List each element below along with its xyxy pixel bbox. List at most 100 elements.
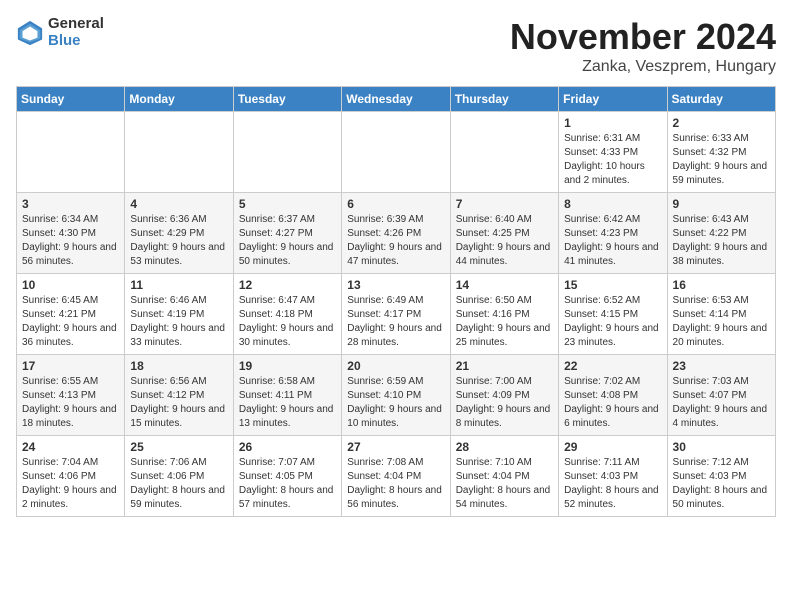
calendar-cell: 29Sunrise: 7:11 AMSunset: 4:03 PMDayligh… bbox=[559, 436, 667, 517]
day-detail: Sunrise: 6:59 AMSunset: 4:10 PMDaylight:… bbox=[347, 376, 442, 429]
day-number: 24 bbox=[22, 440, 119, 454]
day-detail: Sunrise: 6:56 AMSunset: 4:12 PMDaylight:… bbox=[130, 376, 225, 429]
calendar-cell: 16 Sunrise: 6:53 AMSunset: 4:14 PMDayligh… bbox=[667, 274, 775, 355]
calendar-cell: 7Sunrise: 6:40 AMSunset: 4:25 PMDaylight… bbox=[450, 193, 558, 274]
day-detail: Sunrise: 6:39 AMSunset: 4:26 PMDaylight:… bbox=[347, 214, 442, 267]
calendar-cell: 30Sunrise: 7:12 AMSunset: 4:03 PMDayligh… bbox=[667, 436, 775, 517]
day-number: 1 bbox=[564, 116, 661, 130]
day-detail: Sunrise: 7:07 AMSunset: 4:05 PMDaylight:… bbox=[239, 457, 334, 510]
day-number: 28 bbox=[456, 440, 553, 454]
day-number: 17 bbox=[22, 359, 119, 373]
calendar-cell: 13 Sunrise: 6:49 AMSunset: 4:17 PMDayligh… bbox=[342, 274, 450, 355]
calendar-cell: 2 Sunrise: 6:33 AMSunset: 4:32 PMDaylight… bbox=[667, 112, 775, 193]
day-number: 13 bbox=[347, 278, 444, 292]
header-cell-wednesday: Wednesday bbox=[342, 87, 450, 112]
day-number: 10 bbox=[22, 278, 119, 292]
day-detail: Sunrise: 6:47 AMSunset: 4:18 PMDaylight:… bbox=[239, 295, 334, 348]
day-number: 27 bbox=[347, 440, 444, 454]
day-number: 20 bbox=[347, 359, 444, 373]
calendar-cell bbox=[342, 112, 450, 193]
day-detail: Sunrise: 7:10 AMSunset: 4:04 PMDaylight:… bbox=[456, 457, 551, 510]
day-number: 2 bbox=[673, 116, 770, 130]
day-detail: Sunrise: 6:52 AMSunset: 4:15 PMDaylight:… bbox=[564, 295, 659, 348]
header-row: SundayMondayTuesdayWednesdayThursdayFrid… bbox=[17, 87, 776, 112]
day-number: 14 bbox=[456, 278, 553, 292]
calendar-cell: 20 Sunrise: 6:59 AMSunset: 4:10 PMDayligh… bbox=[342, 355, 450, 436]
day-detail: Sunrise: 6:58 AMSunset: 4:11 PMDaylight:… bbox=[239, 376, 334, 429]
calendar-cell: 1 Sunrise: 6:31 AMSunset: 4:33 PMDaylight… bbox=[559, 112, 667, 193]
day-detail: Sunrise: 6:31 AMSunset: 4:33 PMDaylight:… bbox=[564, 133, 645, 186]
day-number: 30 bbox=[673, 440, 770, 454]
calendar-cell: 11 Sunrise: 6:46 AMSunset: 4:19 PMDayligh… bbox=[125, 274, 233, 355]
day-detail: Sunrise: 6:34 AMSunset: 4:30 PMDaylight:… bbox=[22, 214, 117, 267]
calendar-cell: 17Sunrise: 6:55 AMSunset: 4:13 PMDayligh… bbox=[17, 355, 125, 436]
day-detail: Sunrise: 7:02 AMSunset: 4:08 PMDaylight:… bbox=[564, 376, 659, 429]
day-number: 22 bbox=[564, 359, 661, 373]
logo-blue: Blue bbox=[48, 33, 104, 50]
day-detail: Sunrise: 6:49 AMSunset: 4:17 PMDaylight:… bbox=[347, 295, 442, 348]
calendar-cell: 8 Sunrise: 6:42 AMSunset: 4:23 PMDaylight… bbox=[559, 193, 667, 274]
day-detail: Sunrise: 6:43 AMSunset: 4:22 PMDaylight:… bbox=[673, 214, 768, 267]
calendar-cell bbox=[17, 112, 125, 193]
day-detail: Sunrise: 7:06 AMSunset: 4:06 PMDaylight:… bbox=[130, 457, 225, 510]
day-number: 9 bbox=[673, 197, 770, 211]
day-number: 6 bbox=[347, 197, 444, 211]
calendar-week-0: 1 Sunrise: 6:31 AMSunset: 4:33 PMDaylight… bbox=[17, 112, 776, 193]
header-cell-friday: Friday bbox=[559, 87, 667, 112]
calendar-cell: 14 Sunrise: 6:50 AMSunset: 4:16 PMDayligh… bbox=[450, 274, 558, 355]
calendar-cell: 21 Sunrise: 7:00 AMSunset: 4:09 PMDayligh… bbox=[450, 355, 558, 436]
day-number: 11 bbox=[130, 278, 227, 292]
calendar-cell: 24 Sunrise: 7:04 AMSunset: 4:06 PMDayligh… bbox=[17, 436, 125, 517]
calendar-cell: 19 Sunrise: 6:58 AMSunset: 4:11 PMDayligh… bbox=[233, 355, 341, 436]
day-number: 7 bbox=[456, 197, 553, 211]
calendar-cell bbox=[450, 112, 558, 193]
day-number: 23 bbox=[673, 359, 770, 373]
day-detail: Sunrise: 6:33 AMSunset: 4:32 PMDaylight:… bbox=[673, 133, 768, 186]
calendar-cell: 10 Sunrise: 6:45 AMSunset: 4:21 PMDayligh… bbox=[17, 274, 125, 355]
header-cell-monday: Monday bbox=[125, 87, 233, 112]
day-detail: Sunrise: 6:42 AMSunset: 4:23 PMDaylight:… bbox=[564, 214, 659, 267]
day-detail: Sunrise: 7:04 AMSunset: 4:06 PMDaylight:… bbox=[22, 457, 117, 510]
day-number: 16 bbox=[673, 278, 770, 292]
day-number: 21 bbox=[456, 359, 553, 373]
header: General Blue November 2024 Zanka, Veszpr… bbox=[16, 16, 776, 76]
calendar-cell: 28 Sunrise: 7:10 AMSunset: 4:04 PMDayligh… bbox=[450, 436, 558, 517]
day-detail: Sunrise: 6:53 AMSunset: 4:14 PMDaylight:… bbox=[673, 295, 768, 348]
title-area: November 2024 Zanka, Veszprem, Hungary bbox=[510, 16, 776, 76]
day-detail: Sunrise: 6:50 AMSunset: 4:16 PMDaylight:… bbox=[456, 295, 551, 348]
logo-icon bbox=[16, 19, 44, 47]
calendar-cell bbox=[125, 112, 233, 193]
calendar-cell: 9 Sunrise: 6:43 AMSunset: 4:22 PMDaylight… bbox=[667, 193, 775, 274]
calendar-week-4: 24 Sunrise: 7:04 AMSunset: 4:06 PMDayligh… bbox=[17, 436, 776, 517]
calendar-cell bbox=[233, 112, 341, 193]
month-title: November 2024 bbox=[510, 16, 776, 58]
day-number: 5 bbox=[239, 197, 336, 211]
calendar-cell: 27Sunrise: 7:08 AMSunset: 4:04 PMDayligh… bbox=[342, 436, 450, 517]
day-detail: Sunrise: 6:36 AMSunset: 4:29 PMDaylight:… bbox=[130, 214, 225, 267]
header-cell-saturday: Saturday bbox=[667, 87, 775, 112]
logo: General Blue bbox=[16, 16, 104, 49]
day-detail: Sunrise: 7:00 AMSunset: 4:09 PMDaylight:… bbox=[456, 376, 551, 429]
day-detail: Sunrise: 6:46 AMSunset: 4:19 PMDaylight:… bbox=[130, 295, 225, 348]
calendar-cell: 5Sunrise: 6:37 AMSunset: 4:27 PMDaylight… bbox=[233, 193, 341, 274]
logo-text: General Blue bbox=[48, 16, 104, 49]
day-number: 25 bbox=[130, 440, 227, 454]
day-number: 8 bbox=[564, 197, 661, 211]
day-detail: Sunrise: 7:03 AMSunset: 4:07 PMDaylight:… bbox=[673, 376, 768, 429]
day-number: 19 bbox=[239, 359, 336, 373]
calendar-week-2: 10 Sunrise: 6:45 AMSunset: 4:21 PMDayligh… bbox=[17, 274, 776, 355]
calendar-cell: 25 Sunrise: 7:06 AMSunset: 4:06 PMDayligh… bbox=[125, 436, 233, 517]
calendar-cell: 18 Sunrise: 6:56 AMSunset: 4:12 PMDayligh… bbox=[125, 355, 233, 436]
calendar-cell: 15 Sunrise: 6:52 AMSunset: 4:15 PMDayligh… bbox=[559, 274, 667, 355]
day-detail: Sunrise: 6:45 AMSunset: 4:21 PMDaylight:… bbox=[22, 295, 117, 348]
calendar-cell: 22 Sunrise: 7:02 AMSunset: 4:08 PMDayligh… bbox=[559, 355, 667, 436]
header-cell-sunday: Sunday bbox=[17, 87, 125, 112]
calendar-cell: 12Sunrise: 6:47 AMSunset: 4:18 PMDayligh… bbox=[233, 274, 341, 355]
calendar-week-3: 17Sunrise: 6:55 AMSunset: 4:13 PMDayligh… bbox=[17, 355, 776, 436]
day-number: 18 bbox=[130, 359, 227, 373]
calendar-cell: 26Sunrise: 7:07 AMSunset: 4:05 PMDayligh… bbox=[233, 436, 341, 517]
day-number: 4 bbox=[130, 197, 227, 211]
calendar-table: SundayMondayTuesdayWednesdayThursdayFrid… bbox=[16, 86, 776, 517]
day-number: 3 bbox=[22, 197, 119, 211]
day-number: 15 bbox=[564, 278, 661, 292]
